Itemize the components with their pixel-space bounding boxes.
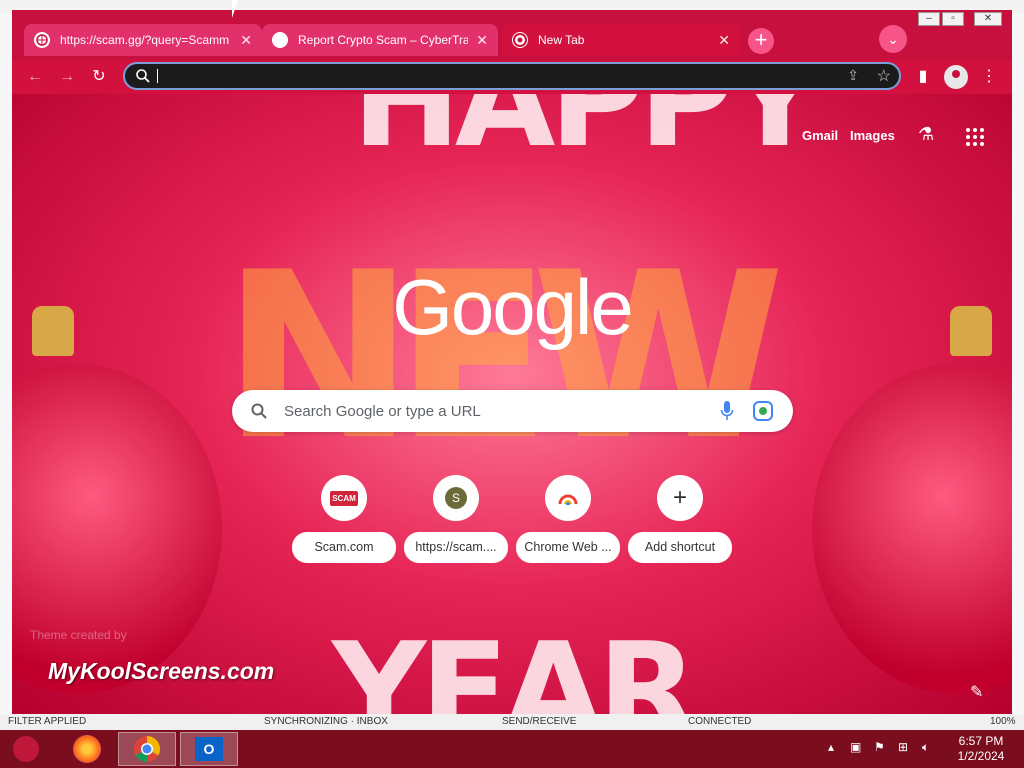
- sync-status: SYNCHRONIZING · INBOX: [264, 716, 388, 727]
- windows-taskbar: O ▴ ▣ ⚑ ⊞ 🔈︎ 6:57 PM 1/2/2024: [0, 730, 1024, 768]
- google-lens-icon[interactable]: [752, 400, 774, 422]
- tab-search-button[interactable]: ⌄: [879, 25, 907, 53]
- ntp-search-box[interactable]: Search Google or type a URL: [232, 390, 793, 432]
- globe-icon: [34, 32, 50, 48]
- tab-scam-gg[interactable]: https://scam.gg/?query=Scamm ✕: [24, 24, 262, 56]
- clock-time: 6:57 PM: [958, 734, 1004, 748]
- text-cursor: [157, 69, 158, 83]
- mouse-pointer: [232, 0, 244, 18]
- tab-close-icon[interactable]: ✕: [718, 32, 730, 49]
- start-button[interactable]: [0, 732, 52, 766]
- shortcut-icon: S: [433, 475, 479, 521]
- ornament-left: [12, 364, 222, 694]
- reload-button[interactable]: ↻: [88, 66, 110, 88]
- add-shortcut-tile[interactable]: + Add shortcut: [628, 475, 732, 563]
- forward-button[interactable]: →: [56, 66, 78, 88]
- site-favicon-icon: [272, 32, 288, 48]
- labs-flask-icon[interactable]: ⚗: [918, 124, 934, 145]
- volume-muted-icon[interactable]: 🔈︎: [922, 740, 929, 755]
- bookmark-star-icon[interactable]: ☆: [877, 66, 891, 86]
- share-icon[interactable]: ⇪: [847, 67, 859, 84]
- address-bar[interactable]: ⇪ ☆: [123, 62, 901, 90]
- new-tab-button[interactable]: +: [748, 28, 774, 54]
- ornament-cap-left: [32, 306, 74, 356]
- theme-credit-text[interactable]: Theme created by: [30, 628, 127, 642]
- maximize-button[interactable]: ▫: [942, 12, 964, 26]
- outlook-status-bar: FILTER APPLIED SYNCHRONIZING · INBOX SEN…: [0, 714, 1024, 730]
- firefox-icon[interactable]: [58, 732, 116, 766]
- browser-toolbar: ← → ↻ ⇪ ☆ ▮ ⋮: [12, 60, 1012, 94]
- plus-icon: +: [657, 475, 703, 521]
- shortcut-label: Add shortcut: [628, 532, 732, 563]
- tab-title: Report Crypto Scam – CyberTrail: [298, 33, 469, 47]
- theme-art-year: YEAR: [332, 614, 698, 715]
- zoom-level: 100%: [990, 716, 1016, 727]
- shortcut-tile[interactable]: S https://scam....: [404, 475, 508, 563]
- shortcut-label: Chrome Web ...: [516, 532, 620, 563]
- shortcut-tile[interactable]: SCAM Scam.com: [292, 475, 396, 563]
- google-logo: Google: [392, 263, 634, 351]
- images-link[interactable]: Images: [850, 128, 895, 143]
- new-tab-page: HAPPY NEW YEAR Gmail Images ⚗ Google Sea…: [12, 94, 1012, 715]
- desktop-background-left: [0, 14, 12, 714]
- chrome-taskbar-icon[interactable]: [118, 732, 176, 766]
- tray-network-app-icon[interactable]: ▣: [850, 740, 861, 754]
- tab-title: New Tab: [538, 33, 585, 47]
- gmail-link[interactable]: Gmail: [802, 128, 838, 143]
- filter-status: FILTER APPLIED: [8, 716, 87, 727]
- minimize-button[interactable]: –: [918, 12, 940, 26]
- shortcut-label: Scam.com: [292, 532, 396, 563]
- taskbar-clock[interactable]: 6:57 PM 1/2/2024: [948, 734, 1014, 764]
- tray-overflow-icon[interactable]: ▴: [828, 740, 834, 754]
- theme-watermark: MyKoolScreens.com: [48, 658, 275, 684]
- apps-grid-icon[interactable]: [966, 128, 984, 146]
- chrome-web-store-icon: [545, 475, 591, 521]
- search-placeholder: Search Google or type a URL: [284, 403, 481, 420]
- tab-report-crypto-scam[interactable]: Report Crypto Scam – CyberTrail ✕: [262, 24, 498, 56]
- ornament-cap-right: [950, 306, 992, 356]
- chrome-icon: [512, 32, 528, 48]
- shortcut-icon: SCAM: [321, 475, 367, 521]
- clock-date: 1/2/2024: [957, 749, 1005, 763]
- search-icon: [136, 69, 150, 83]
- outlook-icon[interactable]: O: [180, 732, 238, 766]
- shortcut-tile[interactable]: Chrome Web ...: [516, 475, 620, 563]
- shortcut-label: https://scam....: [404, 532, 508, 563]
- customize-pencil-icon[interactable]: ✎: [970, 682, 983, 702]
- profile-avatar[interactable]: [944, 65, 968, 89]
- tab-close-icon[interactable]: ✕: [476, 32, 488, 49]
- close-window-button[interactable]: ✕: [974, 12, 1002, 26]
- side-panel-button[interactable]: ▮: [912, 66, 934, 88]
- microphone-icon[interactable]: [720, 400, 734, 422]
- tab-title: https://scam.gg/?query=Scamm: [60, 33, 230, 47]
- theme-art-happy: HAPPY: [352, 94, 822, 176]
- menu-kebab-icon[interactable]: ⋮: [978, 66, 1000, 88]
- network-icon[interactable]: ⊞: [898, 740, 908, 754]
- tab-close-icon[interactable]: ✕: [240, 32, 252, 49]
- action-center-flag-icon[interactable]: ⚑: [874, 740, 885, 754]
- chrome-window: https://scam.gg/?query=Scamm ✕ Report Cr…: [12, 10, 1012, 715]
- send-receive-status: SEND/RECEIVE: [502, 716, 577, 727]
- connection-status: CONNECTED: [688, 716, 752, 727]
- search-icon: [251, 403, 267, 419]
- tab-new-tab[interactable]: New Tab ✕: [502, 24, 740, 56]
- back-button[interactable]: ←: [24, 66, 46, 88]
- ornament-right: [812, 364, 1012, 694]
- tab-strip: https://scam.gg/?query=Scamm ✕ Report Cr…: [12, 10, 1012, 60]
- desktop-background-right: [1012, 14, 1024, 714]
